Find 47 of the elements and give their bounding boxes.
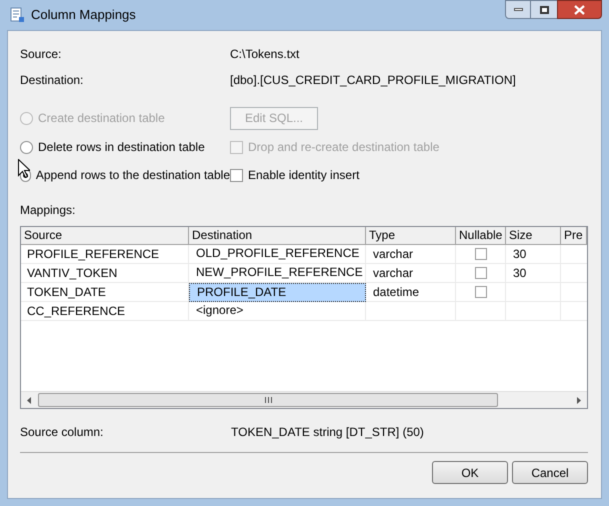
window-title: Column Mappings xyxy=(31,6,136,24)
checkbox-label: Enable identity insert xyxy=(248,167,360,184)
radio-label: Create destination table xyxy=(38,110,165,127)
nullable-checkbox[interactable] xyxy=(474,248,486,260)
horizontal-scrollbar[interactable] xyxy=(21,391,587,408)
minimize-button[interactable] xyxy=(505,0,531,19)
field-value: TOKEN_DATE string [DT_STR] (50) xyxy=(231,424,424,441)
nullable-checkbox[interactable] xyxy=(474,286,486,298)
column-header[interactable]: Nullable xyxy=(456,227,506,245)
table-cell: CC_REFERENCE xyxy=(21,302,189,321)
field-value: C:\Tokens.txt xyxy=(230,46,300,63)
ok-button[interactable]: OK xyxy=(432,461,508,484)
table-cell: varchar xyxy=(366,245,456,264)
column-header[interactable]: Pre xyxy=(561,227,587,245)
column-header[interactable]: Destination xyxy=(189,227,366,245)
table-cell: PROFILE_REFERENCE xyxy=(21,245,189,264)
table-cell[interactable]: PROFILE_DATE xyxy=(189,283,366,302)
checkbox-label: Drop and re-create destination table xyxy=(248,139,440,156)
column-header[interactable]: Type xyxy=(366,227,456,245)
radio-button[interactable] xyxy=(20,140,33,154)
column-header[interactable]: Size xyxy=(506,227,561,245)
mappings-label: Mappings: xyxy=(20,202,76,219)
nullable-checkbox[interactable] xyxy=(474,267,486,279)
maximize-button[interactable] xyxy=(531,0,557,19)
field-label: Source column: xyxy=(20,424,104,441)
mouse-pointer-icon xyxy=(18,159,30,178)
field-label: Source: xyxy=(20,46,62,63)
table-cell[interactable]: OLD_PROFILE_REFERENCE xyxy=(189,245,366,264)
table-cell: TOKEN_DATE xyxy=(21,283,189,302)
table-icon xyxy=(9,7,25,23)
table-cell: VANTIV_TOKEN xyxy=(21,264,189,283)
checkbox[interactable] xyxy=(230,168,243,182)
radio-label: Delete rows in destination table xyxy=(38,139,205,156)
radio-label: Append rows to the destination table xyxy=(36,167,230,184)
close-icon xyxy=(574,4,585,14)
table-cell: varchar xyxy=(366,264,456,283)
column-header[interactable]: Source xyxy=(21,227,189,245)
field-value: [dbo].[CUS_CREDIT_CARD_PROFILE_MIGRATION] xyxy=(230,72,516,89)
field-label: Destination: xyxy=(20,72,84,89)
close-button[interactable] xyxy=(557,0,602,19)
table-cell: 30 xyxy=(506,264,561,283)
grip-icon xyxy=(264,397,272,403)
table-cell[interactable]: <ignore> xyxy=(189,302,366,321)
table-cell: 30 xyxy=(506,245,561,264)
scrollbar-thumb[interactable] xyxy=(38,393,498,407)
table-cell: datetime xyxy=(366,283,456,302)
cancel-button[interactable]: Cancel xyxy=(512,461,588,484)
